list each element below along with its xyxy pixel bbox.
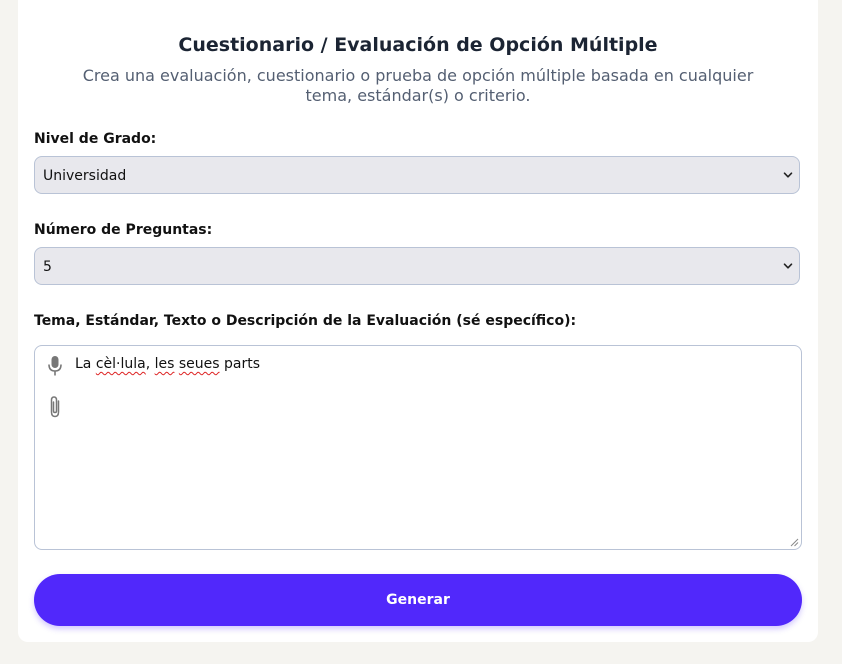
misspelled-word: les [154, 356, 175, 372]
question-count-select[interactable]: 5 [34, 247, 800, 285]
chevron-down-icon [783, 172, 793, 178]
misspelled-word: seues [178, 356, 220, 372]
chevron-down-icon [783, 263, 793, 269]
question-count-value: 5 [43, 259, 52, 275]
grade-level-label: Nivel de Grado: [34, 131, 157, 147]
grade-level-select[interactable]: Universidad [34, 156, 800, 194]
microphone-icon[interactable] [47, 355, 63, 377]
page-title: Cuestionario / Evaluación de Opción Múlt… [178, 34, 658, 56]
misspelled-word: cèl·lula [95, 356, 146, 372]
topic-label: Tema, Estándar, Texto o Descripción de l… [34, 313, 577, 329]
grade-level-value: Universidad [43, 168, 127, 184]
question-count-label: Número de Preguntas: [34, 222, 213, 238]
page-subtitle: Crea una evaluación, cuestionario o prue… [82, 66, 754, 105]
paperclip-icon[interactable] [46, 395, 64, 419]
resize-handle-icon[interactable] [790, 538, 799, 547]
topic-text: La cèl·lula, les seues parts [75, 356, 261, 372]
generate-button[interactable]: Generar [34, 574, 802, 626]
topic-textarea[interactable]: La cèl·lula, les seues parts [34, 345, 802, 550]
form-card: Cuestionario / Evaluación de Opción Múlt… [18, 0, 818, 642]
